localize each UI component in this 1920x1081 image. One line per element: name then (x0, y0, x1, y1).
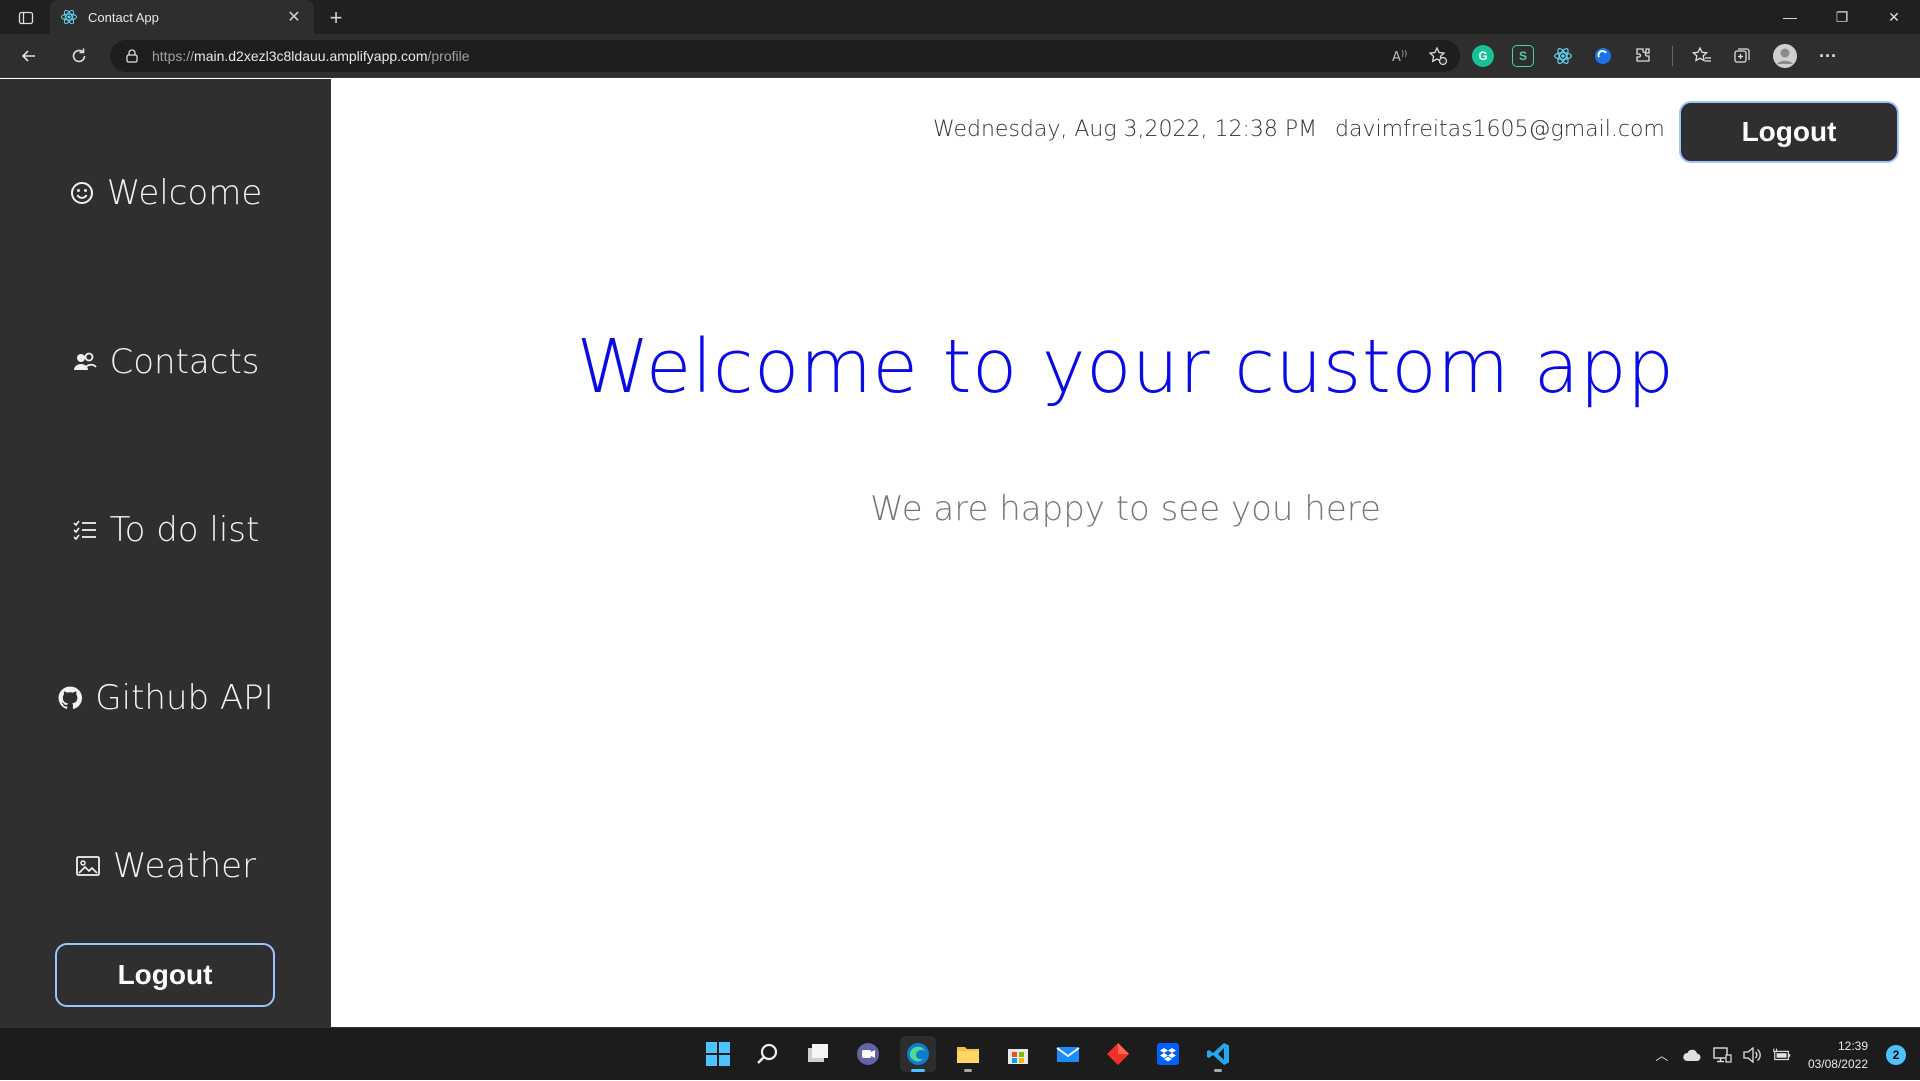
new-tab-icon[interactable]: + (322, 4, 350, 32)
image-icon (75, 853, 101, 879)
network-icon[interactable] (1712, 1045, 1732, 1065)
notification-badge[interactable]: 2 (1886, 1044, 1906, 1065)
window-controls: — ❐ ✕ (1764, 0, 1920, 34)
svg-text:)): )) (1401, 49, 1407, 58)
contacts-icon (72, 349, 98, 375)
running-indicator (911, 1069, 925, 1072)
battery-plug-icon[interactable] (1772, 1045, 1792, 1065)
checklist-icon (72, 517, 98, 543)
read-aloud-icon[interactable]: A)) (1390, 46, 1410, 71)
system-clock[interactable]: 12:39 03/08/2022 (1808, 1037, 1868, 1073)
current-datetime: Wednesday, Aug 3,2022, 12:38 PM (933, 117, 1318, 142)
browser-toolbar: https://main.d2xezl3c8ldauu.amplifyapp.c… (0, 34, 1920, 78)
taskbar-apps (700, 1036, 1236, 1074)
clock-time: 12:39 (1837, 1038, 1868, 1053)
github-icon (57, 685, 83, 711)
url-host: main.d2xezl3c8ldauu.amplifyapp.com (194, 48, 428, 64)
sidebar-item-label: Welcome (106, 173, 263, 213)
blue-swirl-extension-icon[interactable] (1592, 45, 1614, 67)
grammarly-extension-icon[interactable]: G (1472, 45, 1494, 67)
volume-icon[interactable] (1742, 1045, 1762, 1065)
main-content: Wednesday, Aug 3,2022, 12:38 PM davimfre… (331, 79, 1920, 1027)
smiley-icon (69, 180, 95, 206)
user-email: davimfreitas1605@gmail.com (1335, 117, 1665, 142)
sidebar-item-welcome[interactable]: Welcome (0, 163, 331, 223)
browser-tab[interactable]: Contact App ✕ (50, 0, 314, 34)
running-indicator (1214, 1069, 1222, 1072)
file-explorer-icon[interactable] (950, 1036, 986, 1072)
vscode-icon[interactable] (1200, 1036, 1236, 1072)
onedrive-cloud-icon[interactable] (1682, 1045, 1702, 1065)
address-bar[interactable]: https://main.d2xezl3c8ldauu.amplifyapp.c… (110, 40, 1460, 72)
sidebar-item-todo[interactable]: To do list (0, 500, 331, 560)
svg-text:A: A (1392, 50, 1401, 65)
favorites-icon[interactable] (1691, 45, 1713, 67)
restore-icon[interactable]: ❐ (1816, 0, 1868, 34)
header-logout-button[interactable]: Logout (1679, 101, 1899, 163)
tab-title: Contact App (88, 9, 159, 25)
toolbar-separator (1672, 46, 1673, 66)
sidebar-item-label: To do list (109, 510, 260, 550)
lock-icon[interactable] (124, 48, 140, 64)
clock-date: 03/08/2022 (1807, 1056, 1868, 1071)
back-icon[interactable] (14, 42, 44, 70)
extensions-row: G S ··· (1472, 42, 1839, 70)
s-extension-icon[interactable]: S (1512, 45, 1534, 67)
system-tray: ︿ 12:39 03/08/2022 2 (1652, 1028, 1920, 1081)
profile-avatar-icon[interactable] (1771, 42, 1799, 70)
react-devtools-icon[interactable] (1552, 45, 1574, 67)
dropbox-icon[interactable] (1150, 1036, 1186, 1072)
sidebar: Welcome Contacts To do list Github API W… (0, 79, 331, 1027)
url-path: /profile (427, 48, 470, 64)
search-icon[interactable] (750, 1036, 786, 1072)
chevron-up-icon[interactable]: ︿ (1652, 1045, 1672, 1065)
task-view-icon[interactable] (800, 1036, 836, 1072)
refresh-icon[interactable] (64, 42, 94, 70)
mail-icon[interactable] (1050, 1036, 1086, 1072)
welcome-title: Welcome to your custom app (576, 324, 1675, 410)
browser-tab-strip: Contact App ✕ + — ❐ ✕ (0, 0, 1920, 34)
tab-close-icon[interactable]: ✕ (284, 7, 304, 27)
sidebar-item-contacts[interactable]: Contacts (0, 332, 331, 392)
red-diamond-app-icon[interactable] (1100, 1036, 1136, 1072)
sidebar-item-label: Weather (112, 846, 257, 886)
edge-browser-icon[interactable] (900, 1036, 936, 1072)
welcome-subtitle: We are happy to see you here (870, 489, 1381, 529)
collections-icon[interactable] (1731, 45, 1753, 67)
sidebar-item-weather[interactable]: Weather (0, 836, 331, 896)
minimize-icon[interactable]: — (1764, 0, 1816, 34)
sidebar-item-github-api[interactable]: Github API (0, 668, 331, 728)
add-favorite-icon[interactable] (1428, 46, 1448, 71)
extensions-puzzle-icon[interactable] (1632, 45, 1654, 67)
sidebar-logout-button[interactable]: Logout (55, 943, 275, 1007)
tab-actions-icon[interactable] (12, 7, 40, 29)
close-window-icon[interactable]: ✕ (1868, 0, 1920, 34)
taskbar: ︿ 12:39 03/08/2022 2 (0, 1027, 1920, 1080)
more-menu-icon[interactable]: ··· (1817, 45, 1839, 67)
sidebar-item-label: Contacts (109, 342, 260, 382)
url-scheme: https:// (152, 48, 195, 64)
sidebar-item-label: Github API (95, 678, 274, 718)
start-windows-icon[interactable] (700, 1036, 736, 1072)
react-favicon-icon (60, 8, 78, 26)
running-indicator (964, 1069, 972, 1072)
teams-chat-icon[interactable] (850, 1036, 886, 1072)
microsoft-store-icon[interactable] (1000, 1036, 1036, 1072)
